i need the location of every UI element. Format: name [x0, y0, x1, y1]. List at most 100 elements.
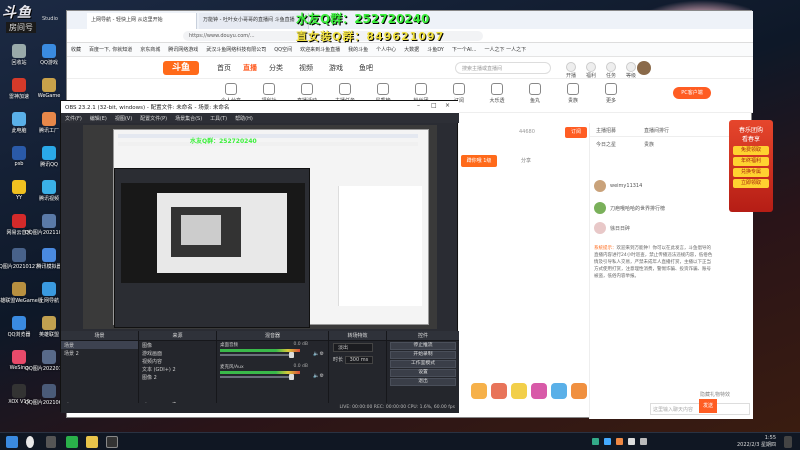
gift-item-3[interactable]: [511, 383, 527, 399]
studio-mode-button[interactable]: 工作室模式: [390, 360, 456, 368]
desktop-icon[interactable]: 雷神加速: [2, 78, 36, 108]
bookmark-item[interactable]: 百度一下, 你就知道: [85, 43, 136, 56]
side-ad[interactable]: 春乐团购 看春享 免费领取 年终福利 兑换专属 立即领取: [729, 120, 773, 212]
speaker-icon[interactable]: 🔈⚙: [313, 373, 324, 379]
nav-video[interactable]: 视频: [299, 63, 313, 73]
task-view-icon[interactable]: [46, 436, 56, 448]
gift-item-4[interactable]: [531, 383, 547, 399]
source-item[interactable]: 图像 2: [139, 373, 216, 381]
desktop-icon[interactable]: psb: [2, 146, 36, 176]
volume-knob[interactable]: [289, 374, 294, 380]
start-record-button[interactable]: 开始录制: [390, 351, 456, 359]
exit-button[interactable]: 退出: [390, 378, 456, 386]
gift-item-1[interactable]: [471, 383, 487, 399]
bookmark-item[interactable]: 腾讯网络游戏: [164, 43, 202, 56]
obs-menu-item[interactable]: 配置文件(P): [136, 113, 171, 124]
obs-menu-item[interactable]: 场景集合(S): [171, 113, 206, 124]
obs-menu-item[interactable]: 工具(T): [206, 113, 231, 124]
close-icon[interactable]: ×: [445, 102, 450, 109]
browser-icon[interactable]: [86, 436, 98, 448]
head-task[interactable]: 任务: [601, 62, 621, 79]
transition-type[interactable]: 淡出: [329, 341, 386, 354]
obs-menu-item[interactable]: 帮助(H): [231, 113, 257, 124]
bookmark-item[interactable]: 我的斗鱼: [344, 43, 372, 56]
source-item[interactable]: 视频内容: [139, 357, 216, 365]
category-item[interactable]: 鱼丸: [521, 83, 549, 104]
head-welfare[interactable]: 福利: [581, 62, 601, 79]
notification-icon[interactable]: [784, 436, 792, 448]
desktop-icon[interactable]: YY: [2, 180, 36, 210]
transition-duration[interactable]: 时长 300 ms: [329, 354, 386, 366]
minimize-icon[interactable]: –: [417, 102, 420, 109]
maximize-icon[interactable]: □: [431, 102, 437, 109]
user-avatar[interactable]: [637, 61, 651, 75]
source-item[interactable]: 游戏画面: [139, 349, 216, 357]
gift-item-6[interactable]: [571, 383, 587, 399]
nav-home[interactable]: 首页: [217, 63, 231, 73]
scene-item[interactable]: 场景: [61, 341, 138, 349]
bookmark-item[interactable]: QQ空间: [270, 43, 296, 56]
stop-stream-button[interactable]: 停止推流: [390, 342, 456, 350]
nav-live[interactable]: 直播: [243, 63, 257, 73]
obs-menu-item[interactable]: 文件(F): [61, 113, 86, 124]
bookmark-item[interactable]: 收藏: [67, 43, 85, 56]
share-link[interactable]: 分享: [521, 157, 531, 164]
chat-subtab-noble[interactable]: 贵族: [644, 141, 654, 148]
source-item[interactable]: 文本 (GDI+) 2: [139, 365, 216, 373]
nav-games[interactable]: 游戏: [329, 63, 343, 73]
follow-button[interactable]: 订阅: [565, 127, 587, 138]
source-item[interactable]: 图像: [139, 341, 216, 349]
bookmark-item[interactable]: 斗鱼DY: [423, 43, 448, 56]
browser-tab-1[interactable]: 上网导航 - 轻快上网 从这里开始: [87, 13, 197, 29]
tray-app2-icon[interactable]: [616, 438, 623, 445]
bookmark-item[interactable]: 下一个AI...: [448, 43, 481, 56]
windows-start-icon[interactable]: [6, 436, 18, 448]
category-item[interactable]: 更多: [597, 83, 625, 104]
gift-item-5[interactable]: [551, 383, 567, 399]
tray-app-icon[interactable]: [592, 438, 599, 445]
search-icon[interactable]: [26, 436, 34, 448]
clock[interactable]: 1:55 2022/2/3 星期四: [737, 435, 776, 449]
bookmark-item[interactable]: 一人之下 一人之下: [481, 43, 531, 56]
obs-menu-item[interactable]: 视图(V): [111, 113, 136, 124]
chat-tab-recruit[interactable]: 主播招募: [596, 127, 616, 134]
desktop-icon[interactable]: QQ游戏: [32, 44, 66, 74]
desktop-icon[interactable]: 英雄联盟WeGame版: [0, 282, 43, 312]
bookmark-item[interactable]: 大数据: [400, 43, 423, 56]
tray-qq-icon[interactable]: [604, 438, 611, 445]
chat-tab-rank[interactable]: 直播间排行: [644, 127, 669, 134]
nav-category[interactable]: 分类: [269, 63, 283, 73]
site-search-input[interactable]: 搜索主播或直播间: [455, 62, 551, 74]
desktop-icon[interactable]: 此电脑: [2, 112, 36, 142]
category-item[interactable]: 贵族: [559, 83, 587, 104]
send-button[interactable]: 发送: [699, 399, 717, 413]
obs-icon[interactable]: [106, 436, 118, 448]
nav-yuba[interactable]: 鱼吧: [359, 63, 373, 73]
bookmark-item[interactable]: 武汉斗鱼网络科技有限公司: [202, 43, 270, 56]
chat-subtab-star[interactable]: 今日之星: [596, 141, 616, 148]
category-item[interactable]: 大乐透: [483, 83, 511, 104]
hide-effects-toggle[interactable]: 隐藏礼物特效: [700, 391, 730, 398]
desktop-icon[interactable]: QQ浏览器: [2, 316, 36, 346]
desktop-icon[interactable]: QQ图片20210127...: [0, 248, 43, 278]
head-broadcast[interactable]: 开播: [561, 62, 581, 79]
obs-menu-item[interactable]: 编辑(E): [86, 113, 111, 124]
settings-button[interactable]: 设置: [390, 369, 456, 377]
bookmark-item[interactable]: 京东商城: [136, 43, 164, 56]
volume-slider[interactable]: [220, 376, 292, 378]
obs-preview[interactable]: 水友Q群：252720240: [83, 125, 437, 329]
gift-item-2[interactable]: [491, 383, 507, 399]
tray-network-icon[interactable]: [640, 438, 647, 445]
tray-volume-icon[interactable]: [628, 438, 635, 445]
bookmark-item[interactable]: 个人中心: [372, 43, 400, 56]
desktop-icon[interactable]: 回收站: [2, 44, 36, 74]
pc-client-button[interactable]: PC客户端: [673, 87, 711, 99]
speaker-icon[interactable]: 🔈⚙: [313, 351, 324, 357]
douyu-logo[interactable]: 斗鱼: [163, 61, 199, 75]
bookmark-item[interactable]: 欢迎来到斗鱼直播: [296, 43, 344, 56]
volume-slider[interactable]: [220, 354, 292, 356]
wechat-icon[interactable]: [66, 436, 78, 448]
browser-tab-2[interactable]: 万能钟 - 吐叶女小哥哥的直播间 斗鱼直播: [199, 13, 309, 29]
volume-knob[interactable]: [289, 352, 294, 358]
scene-item[interactable]: 场景 2: [61, 349, 138, 357]
